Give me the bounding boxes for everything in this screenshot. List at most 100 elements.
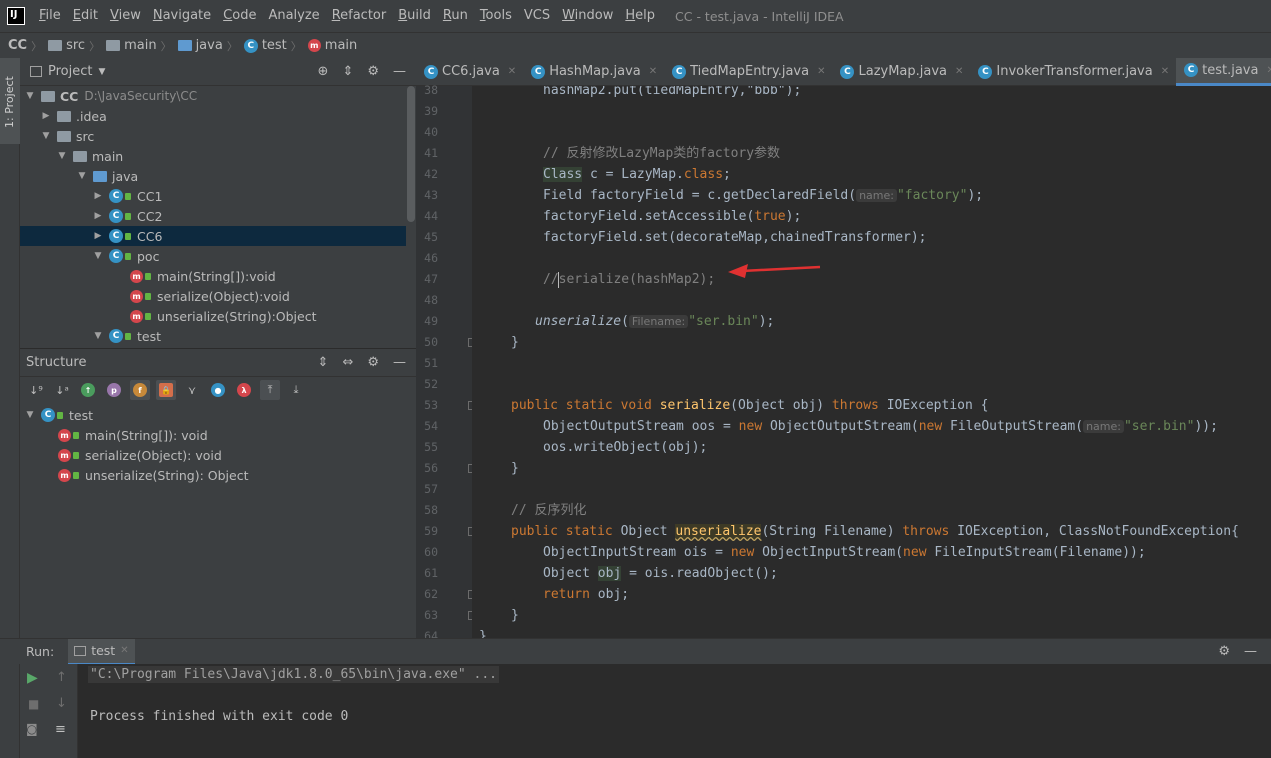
lock-icon (125, 232, 131, 240)
line-number: 47 (424, 272, 438, 286)
breadcrumb-src[interactable]: src (48, 38, 85, 53)
rerun-icon[interactable]: ▶ (27, 670, 38, 686)
lock-icon (145, 272, 151, 280)
project-view-title[interactable]: Project (48, 64, 92, 79)
tree-node-poc-unserialize[interactable]: m unserialize(String):Object (20, 306, 406, 326)
tree-node-main[interactable]: ▼ main (20, 146, 406, 166)
breadcrumb-project[interactable]: CC (8, 38, 27, 53)
close-icon[interactable]: ✕ (508, 66, 516, 77)
menu-item[interactable]: Run (437, 0, 474, 32)
sort-alpha-icon[interactable]: ↓ᵃ (52, 380, 72, 400)
code-editor[interactable]: hashMap2.put(tiedMapEntry,"bbb"); // 反射修… (472, 86, 1271, 638)
breadcrumb-method[interactable]: m main (307, 38, 357, 53)
project-tool-tab[interactable]: 1: Project (0, 58, 20, 144)
gear-icon[interactable]: ⚙ (367, 64, 379, 79)
tree-node-poc[interactable]: ▼ Cpoc (20, 246, 406, 266)
chevron-down-icon[interactable]: ▼ (98, 67, 105, 77)
intellij-logo-icon: IJ (7, 7, 25, 25)
collapse-all-icon[interactable]: ⇔ (342, 355, 353, 370)
tab-tiedmapentry[interactable]: C TiedMapEntry.java ✕ (664, 58, 832, 86)
tab-hashmap[interactable]: C HashMap.java ✕ (523, 58, 664, 86)
expanded-icon: ▼ (94, 251, 102, 261)
tab-test[interactable]: Ctest.java ✕ (1176, 57, 1271, 86)
tree-node-root[interactable]: ▼ CC D:\JavaSecurity\CC (20, 86, 406, 106)
locate-icon[interactable]: ⊕ (318, 64, 329, 79)
tree-node-test[interactable]: ▼ Ctest (20, 326, 406, 346)
tree-node-java[interactable]: ▼ java (20, 166, 406, 186)
show-fields-icon[interactable]: f (130, 380, 150, 400)
menu-item[interactable]: Edit (67, 0, 104, 32)
hide-icon[interactable]: — (393, 64, 406, 79)
class-icon: C (243, 38, 258, 53)
show-lambdas-icon[interactable]: λ (234, 380, 254, 400)
menu-item[interactable]: Window (556, 0, 619, 32)
class-icon: C (109, 229, 123, 243)
soft-wrap-icon[interactable]: ≡ (55, 722, 66, 737)
hide-icon[interactable]: — (393, 355, 406, 370)
collapsed-icon: ▶ (94, 211, 102, 221)
collapse-all-icon[interactable]: ⇕ (342, 64, 353, 79)
tree-node-cc6[interactable]: ▶ C CC6 (20, 226, 406, 246)
breadcrumb-java[interactable]: java (177, 38, 223, 53)
autoscroll-to-source-icon[interactable]: ⤒ (260, 380, 280, 400)
show-anonymous-icon[interactable]: ● (208, 380, 228, 400)
code-line: } (511, 335, 519, 350)
class-icon: C (109, 209, 123, 223)
close-icon[interactable]: ✕ (955, 66, 963, 77)
console-command: "C:\Program Files\Java\jdk1.8.0_65\bin\j… (88, 666, 499, 683)
show-non-public-icon[interactable]: 🔒 (156, 380, 176, 400)
menu-item[interactable]: Help (619, 0, 661, 32)
down-arrow-icon[interactable]: ↓ (56, 696, 67, 711)
menu-item[interactable]: Analyze (262, 0, 325, 32)
run-tab-test[interactable]: test ✕ (68, 638, 135, 665)
structure-item[interactable]: m serialize(Object): void (20, 445, 406, 465)
menu-item[interactable]: Refactor (326, 0, 393, 32)
close-icon[interactable]: ✕ (817, 66, 825, 77)
structure-item[interactable]: m unserialize(String): Object (20, 465, 406, 485)
breadcrumb-main[interactable]: main (106, 38, 157, 53)
line-number: 49 (424, 314, 438, 328)
tab-lazymap[interactable]: C LazyMap.java ✕ (832, 58, 970, 86)
menu-item[interactable]: Tools (474, 0, 518, 32)
tree-node-cc2[interactable]: ▶ C CC2 (20, 206, 406, 226)
menu-item[interactable]: Navigate (147, 0, 217, 32)
tree-node-src[interactable]: ▼ src (20, 126, 406, 146)
tree-node-poc-serialize[interactable]: m serialize(Object):void (20, 286, 406, 306)
class-icon: C (531, 64, 546, 79)
menu-item[interactable]: File (33, 0, 67, 32)
menu-item[interactable]: Build (392, 0, 437, 32)
close-icon[interactable]: ✕ (1266, 65, 1271, 76)
tree-node-idea[interactable]: ▶ .idea (20, 106, 406, 126)
close-icon[interactable]: ✕ (649, 66, 657, 77)
sort-visibility-icon[interactable]: ↓⁹ (26, 380, 46, 400)
project-view-icon (30, 66, 42, 77)
tree-node-cc1[interactable]: ▶ C CC1 (20, 186, 406, 206)
close-icon[interactable]: ✕ (120, 645, 128, 656)
show-properties-icon[interactable]: p (104, 380, 124, 400)
up-arrow-icon[interactable]: ↑ (56, 670, 67, 685)
project-scrollbar[interactable] (407, 86, 415, 222)
class-icon: C (41, 408, 55, 422)
collapsed-icon: ▶ (94, 231, 102, 241)
structure-item[interactable]: m main(String[]): void (20, 425, 406, 445)
menu-item[interactable]: Code (217, 0, 262, 32)
structure-class-node[interactable]: ▼ Ctest (20, 405, 406, 425)
autoscroll-from-source-icon[interactable]: ⤓ (286, 380, 306, 400)
camera-icon[interactable]: ◙ (26, 722, 38, 736)
menu-item[interactable]: VCS (518, 0, 556, 32)
breadcrumb-test[interactable]: Ctest (243, 38, 287, 53)
menu-item[interactable]: View (104, 0, 147, 32)
console-output[interactable]: "C:\Program Files\Java\jdk1.8.0_65\bin\j… (78, 664, 1271, 758)
show-hierarchy-icon[interactable]: ⋎ (182, 380, 202, 400)
gear-icon[interactable]: ⚙ (367, 355, 379, 370)
tree-node-poc-main[interactable]: m main(String[]):void (20, 266, 406, 286)
stop-icon[interactable]: ■ (28, 697, 39, 711)
hide-icon[interactable]: — (1244, 644, 1257, 659)
close-icon[interactable]: ✕ (1161, 66, 1169, 77)
gear-icon[interactable]: ⚙ (1218, 644, 1230, 659)
line-number: 50 (424, 335, 438, 349)
folder-icon (57, 130, 71, 142)
show-inherited-icon[interactable]: ↑ (78, 380, 98, 400)
tab-invokertransformer[interactable]: C InvokerTransformer.java ✕ (970, 58, 1176, 86)
expand-all-icon[interactable]: ⇕ (318, 355, 329, 370)
